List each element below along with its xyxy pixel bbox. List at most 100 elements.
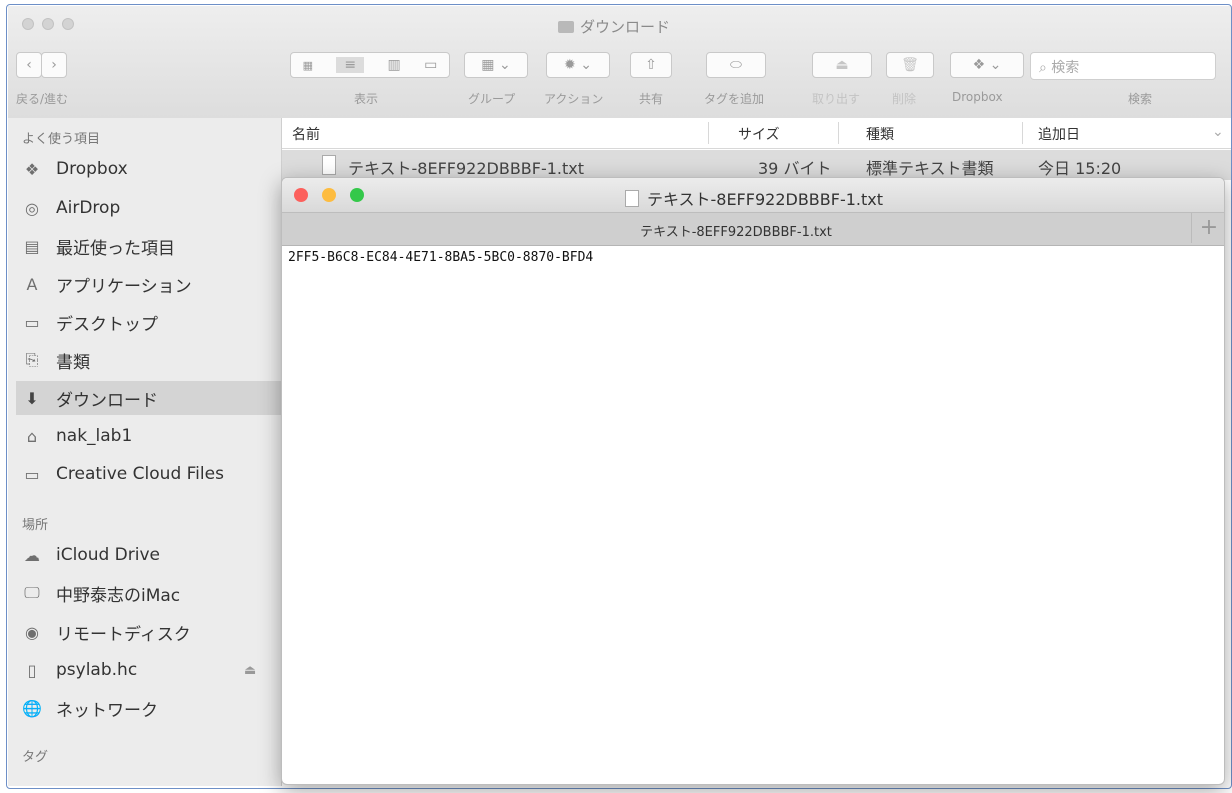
eject-icon[interactable]: ⏏ <box>244 663 256 678</box>
gallery-view-icon[interactable]: ▭ <box>424 57 437 73</box>
text-file-icon <box>322 155 336 175</box>
finder-minimize-button[interactable] <box>42 18 54 30</box>
delete-label: 削除 <box>892 92 917 106</box>
document-text[interactable]: 2FF5-B6C8-EC84-4E71-8BA5-5BC0-8870-BFD4 <box>288 250 593 265</box>
sidebar-item-documents[interactable]: ⎘ 書類 <box>22 343 281 377</box>
column-date-added[interactable]: 追加日 <box>1038 124 1080 144</box>
chevron-left-icon: ‹ <box>26 57 32 73</box>
delete-button[interactable]: 🗑 <box>886 52 934 78</box>
group-icon: ▦ ⌄ <box>481 57 511 73</box>
column-name[interactable]: 名前 <box>292 124 320 144</box>
finder-title: ダウンロード <box>558 16 670 37</box>
sidebar-item-applications[interactable]: A アプリケーション <box>22 267 281 301</box>
sidebar-item-label: psylab.hc <box>56 660 138 680</box>
sidebar-item-downloads[interactable]: ⬇ ダウンロード <box>16 381 287 415</box>
search-label: 検索 <box>1128 92 1153 106</box>
new-tab-button[interactable]: + <box>1191 213 1224 243</box>
forward-button[interactable]: › <box>41 52 67 78</box>
finder-title-text: ダウンロード <box>580 18 671 36</box>
textedit-title-text: テキスト-8EFF922DBBBF-1.txt <box>646 190 884 209</box>
sidebar-item-psylab[interactable]: ▯ psylab.hc ⏏ <box>22 653 281 687</box>
sidebar-item-label: リモートディスク <box>56 624 191 645</box>
finder-close-button[interactable] <box>22 18 34 30</box>
sidebar-item-label: iCloud Drive <box>56 545 161 565</box>
gear-icon: ✹ ⌄ <box>564 57 592 73</box>
finder-zoom-button[interactable] <box>62 18 74 30</box>
view-mode-segmented[interactable]: ▦ ≡ ▥ ▭ <box>290 52 450 78</box>
disc-icon: ◉ <box>25 622 39 642</box>
trash-icon: 🗑 <box>901 57 919 73</box>
airdrop-icon: ◎ <box>25 198 39 218</box>
folder-icon: ▭ <box>24 464 40 484</box>
column-view-icon[interactable]: ▥ <box>388 57 401 73</box>
chevron-right-icon: › <box>51 57 57 73</box>
applications-icon: A <box>26 274 38 294</box>
chevron-down-icon[interactable]: ⌄ <box>1212 124 1224 140</box>
sidebar-item-label: デスクトップ <box>56 314 158 335</box>
share-icon: ⇧ <box>645 57 657 73</box>
desktop-icon: ▭ <box>24 312 40 332</box>
group-button[interactable]: ▦ ⌄ <box>464 52 528 78</box>
column-size[interactable]: サイズ <box>738 124 780 144</box>
sidebar-item-recents[interactable]: ▤ 最近使った項目 <box>22 229 281 263</box>
sidebar-item-label: 最近使った項目 <box>56 238 175 259</box>
search-placeholder: 検索 <box>1051 60 1080 76</box>
sidebar-item-label: アプリケーション <box>56 276 192 297</box>
sidebar-item-creative-cloud[interactable]: ▭ Creative Cloud Files <box>22 457 281 491</box>
dropbox-icon: ❖ <box>24 159 40 179</box>
eject-icon: ⏏ <box>835 57 849 73</box>
action-button[interactable]: ✹ ⌄ <box>546 52 610 78</box>
folder-icon <box>558 20 574 33</box>
imac-icon: 🖵 <box>24 583 40 602</box>
sidebar-item-label: ダウンロード <box>56 390 158 411</box>
sidebar-item-label: Dropbox <box>56 159 128 179</box>
sidebar-item-imac[interactable]: 🖵 中野泰志のiMac <box>22 576 281 610</box>
sidebar-item-airdrop[interactable]: ◎ AirDrop <box>22 191 281 225</box>
column-divider <box>838 122 839 144</box>
home-icon: ⌂ <box>26 426 38 446</box>
sidebar: よく使う項目 ❖ Dropbox ◎ AirDrop ▤ 最近使った項目 A ア… <box>8 118 287 786</box>
cloud-icon: ☁ <box>24 545 40 565</box>
search-icon: ⌕ <box>1039 60 1047 76</box>
textedit-title: テキスト-8EFF922DBBBF-1.txt <box>282 186 1224 210</box>
recents-icon: ▤ <box>24 236 40 256</box>
sidebar-item-network[interactable]: 🌐 ネットワーク <box>22 691 281 725</box>
sidebar-item-desktop[interactable]: ▭ デスクトップ <box>22 305 281 339</box>
back-forward-label: 戻る/進む <box>16 92 69 106</box>
sidebar-item-icloud[interactable]: ☁ iCloud Drive <box>22 538 281 572</box>
row-date-added: 今日 15:20 <box>1038 159 1122 178</box>
back-button[interactable]: ‹ <box>16 52 42 78</box>
text-file-icon <box>624 190 639 207</box>
dropbox-button[interactable]: ❖ ⌄ <box>950 52 1024 78</box>
row-name: テキスト-8EFF922DBBBF-1.txt <box>348 159 585 178</box>
textedit-titlebar[interactable]: テキスト-8EFF922DBBBF-1.txt <box>282 178 1224 212</box>
sidebar-item-label: nak_lab1 <box>56 426 133 446</box>
row-size: 39 バイト <box>758 159 832 178</box>
textedit-tab-bar: テキスト-8EFF922DBBBF-1.txt + <box>282 212 1224 246</box>
share-button[interactable]: ⇧ <box>630 52 672 78</box>
group-label: グループ <box>468 92 516 106</box>
column-kind[interactable]: 種類 <box>866 124 894 144</box>
table-row[interactable]: テキスト-8EFF922DBBBF-1.txt 39 バイト 標準テキスト書類 … <box>282 150 1232 180</box>
list-view-icon[interactable]: ≡ <box>336 57 365 73</box>
sidebar-item-dropbox[interactable]: ❖ Dropbox <box>22 152 281 186</box>
downloads-icon: ⬇ <box>25 388 39 408</box>
tag-button[interactable]: ⬭ <box>706 52 766 78</box>
dropbox-label: Dropbox <box>952 90 1003 104</box>
textedit-window: テキスト-8EFF922DBBBF-1.txt テキスト-8EFF922DBBB… <box>281 177 1225 785</box>
finder-toolbar: ダウンロード ‹ › 戻る/進む ▦ ≡ ▥ ▭ 表示 ▦ ⌄ グループ ✹ ⌄… <box>8 6 1232 119</box>
sidebar-item-label: 中野泰志のiMac <box>56 585 181 606</box>
sidebar-item-label: Creative Cloud Files <box>56 464 224 484</box>
eject-button[interactable]: ⏏ <box>812 52 872 78</box>
search-field[interactable]: ⌕ 検索 <box>1030 52 1216 80</box>
column-divider <box>708 122 709 144</box>
sidebar-item-remote-disc[interactable]: ◉ リモートディスク <box>22 615 281 649</box>
eject-label: 取り出す <box>812 92 861 106</box>
tab-textfile[interactable]: テキスト-8EFF922DBBBF-1.txt <box>282 221 1190 240</box>
sidebar-item-home[interactable]: ⌂ nak_lab1 <box>22 419 281 453</box>
locations-header: 場所 <box>22 518 49 533</box>
action-label: アクション <box>544 92 604 106</box>
icon-view-icon[interactable]: ▦ <box>303 59 313 72</box>
list-header: 名前 サイズ 種類 追加日 ⌄ <box>282 118 1232 149</box>
documents-icon: ⎘ <box>25 350 39 369</box>
